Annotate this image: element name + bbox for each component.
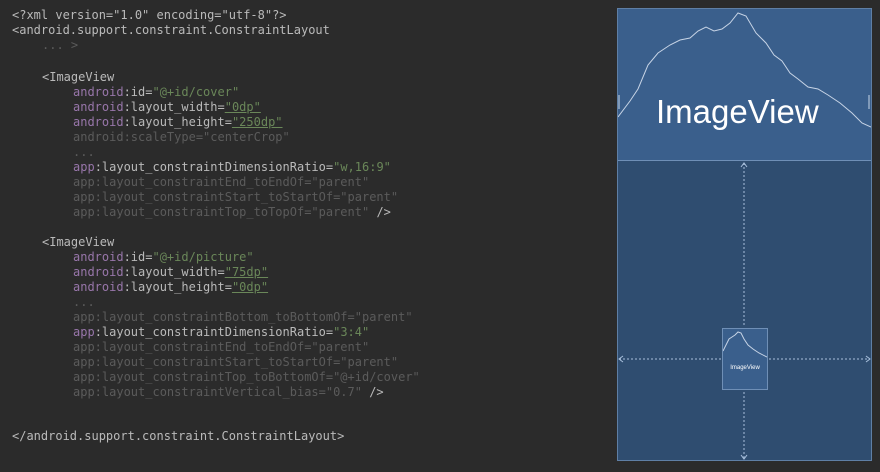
cover-height-line: android:layout_height="250dp" xyxy=(73,115,283,129)
cover-id-line: android:id="@+id/cover" xyxy=(73,85,240,99)
picture-height-line: android:layout_height="0dp" xyxy=(73,280,269,294)
xml-code-editor[interactable]: <?xml version="1.0" encoding="utf-8"?> <… xyxy=(0,0,600,472)
xml-declaration: <?xml version="1.0" encoding="utf-8"?> xyxy=(12,8,287,22)
cover-scaletype-line: android:scaleType="centerCrop" xyxy=(73,130,290,144)
picture-constraint-end-line: app:layout_constraintEnd_toEndOf="parent… xyxy=(73,340,370,354)
cover-constraint-start-line: app:layout_constraintStart_toStartOf="pa… xyxy=(73,190,399,204)
picture-imageview-tag: <ImageView xyxy=(42,235,115,249)
picture-vertical-bias-line: app:layout_constraintVertical_bias="0.7"… xyxy=(73,385,384,399)
picture-width-line: android:layout_width="75dp" xyxy=(73,265,269,279)
mountain-graphic xyxy=(618,12,871,128)
picture-constraint-bottom-line: app:layout_constraintBottom_toBottomOf="… xyxy=(73,310,413,324)
root-open-tag: <android.support.constraint.ConstraintLa… xyxy=(12,23,330,37)
cover-imageview[interactable]: ImageView xyxy=(618,9,871,161)
picture-constraint-start-line: app:layout_constraintStart_toStartOf="pa… xyxy=(73,355,399,369)
cover-constraint-end-line: app:layout_constraintEnd_toEndOf="parent… xyxy=(73,175,370,189)
cover-constraint-top-line: app:layout_constraintTop_toTopOf="parent… xyxy=(73,205,391,219)
picture-fold-marker[interactable]: ... xyxy=(73,295,95,310)
picture-id-line: android:id="@+id/picture" xyxy=(73,250,254,264)
picture-imageview-label: ImageView xyxy=(730,365,760,371)
cover-width-line: android:layout_width="0dp" xyxy=(73,100,261,114)
picture-ratio-line: app:layout_constraintDimensionRatio="3:4… xyxy=(73,325,370,339)
root-fold-marker[interactable]: ... > xyxy=(42,38,78,53)
layout-blueprint-preview: ImageView ImageView xyxy=(617,8,872,461)
mountain-thumbnail xyxy=(723,331,767,358)
cover-fold-marker[interactable]: ... xyxy=(73,145,95,160)
root-close-tag: </android.support.constraint.ConstraintL… xyxy=(12,429,345,443)
cover-imageview-label: ImageView xyxy=(656,93,819,130)
cover-ratio-line: app:layout_constraintDimensionRatio="w,1… xyxy=(73,160,391,174)
cover-imageview-tag: <ImageView xyxy=(42,70,115,84)
picture-imageview[interactable]: ImageView xyxy=(722,328,768,390)
picture-constraint-top-line: app:layout_constraintTop_toBottomOf="@+i… xyxy=(73,370,420,384)
